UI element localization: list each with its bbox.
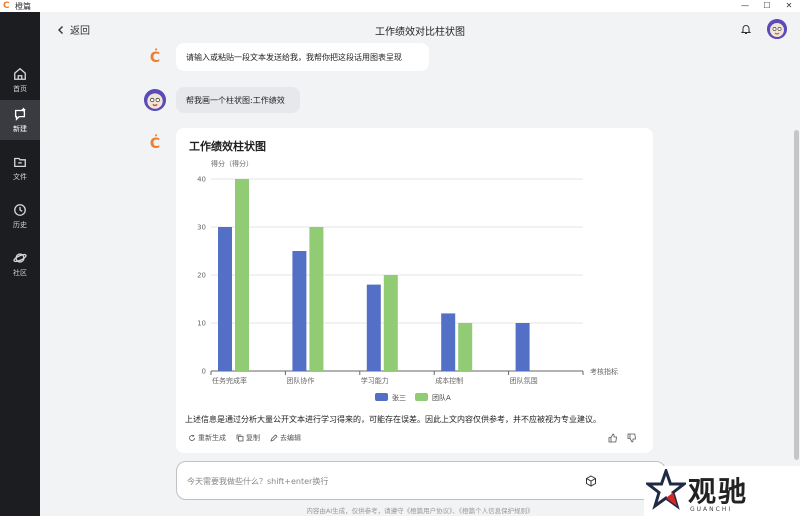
app-name: 橙篇 bbox=[15, 1, 31, 11]
watermark-text: 观驰 bbox=[688, 475, 749, 508]
user-avatar[interactable] bbox=[767, 19, 787, 39]
bar-chart: 得分（得分） 0 10 20 30 40 任务完成率 团队协作 学习能力 成本控制 团队氛围 考核指标… bbox=[197, 159, 618, 402]
chart-title: 工作绩效柱状图 bbox=[189, 140, 266, 153]
x-axis-label: 考核指标 bbox=[590, 367, 618, 376]
bar-series2 bbox=[383, 275, 398, 371]
thumbs-down-icon[interactable] bbox=[627, 433, 637, 443]
user-message-avatar bbox=[144, 89, 166, 111]
refresh-icon bbox=[189, 434, 195, 441]
y-tick-label: 10 bbox=[197, 320, 206, 328]
bar-series1 bbox=[292, 251, 307, 371]
page-title: 工作绩效对比柱状图 bbox=[375, 27, 465, 38]
copy-icon bbox=[236, 434, 244, 442]
message-text: 请输入或粘贴一段文本发送给我，我帮你把这段话用图表呈现 bbox=[186, 52, 402, 62]
x-tick-label: 团队氛围 bbox=[510, 376, 538, 385]
watermark-star-logo bbox=[646, 469, 686, 510]
maximize-button[interactable]: ☐ bbox=[756, 0, 778, 12]
y-tick-label: 0 bbox=[202, 368, 206, 376]
message-text: 帮我画一个柱状图:工作绩效 bbox=[186, 95, 285, 105]
legend-swatch bbox=[375, 393, 388, 401]
sidebar-item-label: 首页 bbox=[13, 84, 27, 93]
scrollbar-thumb[interactable] bbox=[794, 130, 799, 460]
bar-series1 bbox=[366, 284, 381, 371]
assistant-logo-icon: Ċ bbox=[149, 50, 161, 66]
watermark: 观驰 GUANCHI bbox=[644, 466, 800, 516]
avatar-image bbox=[767, 19, 787, 39]
sidebar-item-files[interactable]: 文件 bbox=[0, 148, 40, 188]
regenerate-label: 重新生成 bbox=[198, 434, 226, 442]
pencil-icon bbox=[270, 434, 278, 442]
bar-series2 bbox=[458, 323, 473, 371]
sidebar-item-new[interactable]: 新建 bbox=[0, 100, 40, 140]
thumbs-up-icon[interactable] bbox=[608, 433, 618, 443]
copy-label: 复制 bbox=[246, 434, 260, 442]
copy-button[interactable]: 复制 bbox=[236, 433, 260, 443]
sidebar-item-home[interactable]: 首页 bbox=[0, 60, 40, 100]
sidebar: 首页 新建 文件 历史 社区 bbox=[0, 12, 40, 516]
home-icon bbox=[14, 67, 26, 80]
edit-label: 去编辑 bbox=[280, 434, 301, 442]
x-tick-label: 成本控制 bbox=[435, 376, 463, 385]
page-header: 返回 工作绩效对比柱状图 bbox=[40, 12, 800, 46]
bell-icon[interactable] bbox=[740, 23, 752, 35]
chat-input[interactable] bbox=[187, 474, 567, 488]
sidebar-item-history[interactable]: 历史 bbox=[0, 196, 40, 236]
cube-icon[interactable] bbox=[585, 475, 597, 487]
y-axis-label: 得分（得分） bbox=[211, 159, 253, 168]
legend-label: 张三 bbox=[392, 393, 406, 402]
user-message-bubble: 帮我画一个柱状图:工作绩效 bbox=[176, 87, 300, 113]
message-actions: 重新生成 复制 去编辑 bbox=[188, 433, 311, 443]
edit-button[interactable]: 去编辑 bbox=[270, 433, 301, 443]
bar-series1 bbox=[515, 323, 530, 371]
app-logo-icon: C bbox=[3, 0, 10, 11]
chat-input-box bbox=[176, 461, 666, 500]
planet-icon bbox=[13, 252, 27, 263]
y-tick-label: 40 bbox=[197, 176, 206, 184]
close-button[interactable]: ✕ bbox=[778, 0, 800, 12]
assistant-message-bubble: 请输入或粘贴一段文本发送给我，我帮你把这段话用图表呈现 bbox=[176, 43, 429, 71]
new-chat-icon bbox=[14, 107, 26, 121]
sidebar-item-label: 文件 bbox=[13, 172, 27, 181]
disclaimer-text: 上述信息是通过分析大量公开文本进行学习得来的，可能存在误差。因此上文内容仅供参考… bbox=[185, 415, 601, 424]
bar-series2 bbox=[235, 179, 249, 371]
bar-series1 bbox=[218, 227, 232, 371]
folder-icon bbox=[14, 157, 26, 167]
sidebar-item-label: 新建 bbox=[13, 124, 27, 133]
minimize-button[interactable]: — bbox=[734, 0, 756, 12]
assistant-logo-icon: Ċ bbox=[149, 136, 161, 152]
chart-card: 工作绩效柱状图 得分（得分） 0 10 20 30 40 任务完成率 团队协作 学习能力 成本控制… bbox=[176, 128, 653, 453]
sidebar-item-label: 历史 bbox=[13, 220, 27, 229]
sidebar-item-label: 社区 bbox=[13, 268, 27, 277]
clock-icon bbox=[14, 203, 26, 216]
bar-series2 bbox=[309, 227, 324, 371]
legend-label: 团队A bbox=[432, 393, 451, 402]
x-tick-label: 任务完成率 bbox=[212, 376, 247, 385]
regenerate-button[interactable]: 重新生成 bbox=[188, 433, 226, 443]
watermark-subtext: GUANCHI bbox=[690, 506, 733, 513]
legend-swatch bbox=[415, 393, 428, 401]
bar-series1 bbox=[441, 313, 456, 371]
window-controls: — ☐ ✕ bbox=[734, 0, 800, 12]
avatar-image bbox=[144, 89, 166, 111]
y-tick-label: 30 bbox=[197, 224, 206, 232]
y-tick-label: 20 bbox=[197, 272, 206, 280]
sidebar-item-community[interactable]: 社区 bbox=[0, 244, 40, 284]
x-tick-label: 团队协作 bbox=[286, 376, 314, 385]
window-titlebar: C 橙篇 — ☐ ✕ bbox=[0, 0, 800, 12]
x-tick-label: 学习能力 bbox=[361, 376, 389, 385]
